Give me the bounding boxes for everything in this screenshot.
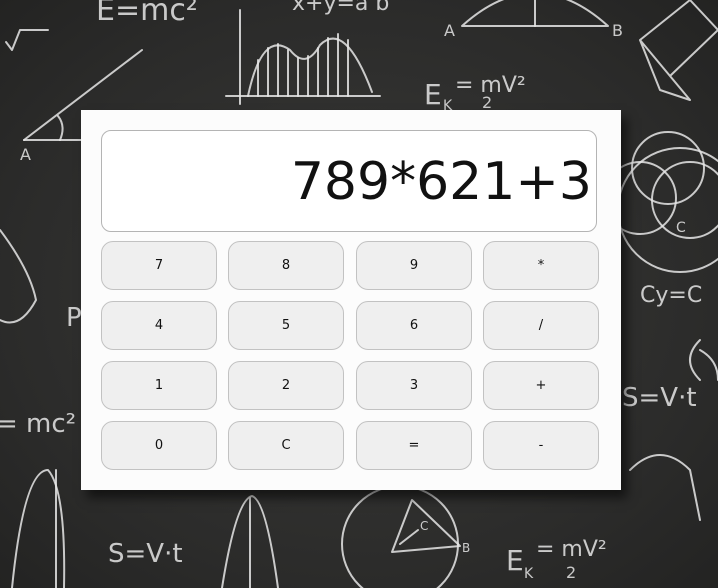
bottom-right-shape [629,349,718,521]
key-0[interactable]: 0 [101,421,217,470]
bottom-circle [341,485,459,588]
cube [639,0,718,101]
cone [0,229,37,324]
formula-ek-top: E [424,78,442,111]
key-8[interactable]: 8 [228,241,344,290]
key-9[interactable]: 9 [356,241,472,290]
key-minus[interactable]: - [483,421,599,470]
formula-xy: x+y=a b [292,0,389,16]
key-plus[interactable]: + [483,361,599,410]
label-c-venn: C [676,220,686,236]
formula-ek-bottom: E [506,544,524,577]
formula-ek-bottom-den: 2 [566,563,576,582]
label-b-bottom: B [462,541,470,555]
calculator-display: 789*621+3 [101,130,597,232]
formula-ek-bottom-eq: = mV² [536,537,607,562]
label-a-left: A [20,145,31,164]
key-equals[interactable]: = [356,421,472,470]
calculator: 789*621+3 7 8 9 * 4 5 6 / 1 2 3 + 0 C = … [81,110,621,490]
label-a-top: A [444,21,455,40]
formula-emc-top: E=mc² [96,0,198,28]
key-3[interactable]: 3 [356,361,472,410]
formula-emc-left: = mc² [0,409,76,439]
chalk-arc-right [689,339,701,381]
graph-hatch [257,33,349,97]
key-divide[interactable]: / [483,301,599,350]
formula-sv-right: S=V·t [622,383,697,413]
formula-ek-bottom-sub: K [524,566,534,582]
key-2[interactable]: 2 [228,361,344,410]
label-p: P [66,303,82,333]
key-6[interactable]: 6 [356,301,472,350]
chalk-arc-1 [57,115,64,141]
sqrt-sign [5,29,49,51]
key-clear[interactable]: C [228,421,344,470]
key-1[interactable]: 1 [101,361,217,410]
label-c-bottom: C [420,519,428,533]
key-multiply[interactable]: * [483,241,599,290]
graph-curve [247,37,373,97]
formula-cy: Cy=C [640,283,702,308]
key-5[interactable]: 5 [228,301,344,350]
key-7[interactable]: 7 [101,241,217,290]
key-4[interactable]: 4 [101,301,217,350]
formula-sv-bottom: S=V·t [108,539,183,569]
label-b-top: B [612,21,623,40]
